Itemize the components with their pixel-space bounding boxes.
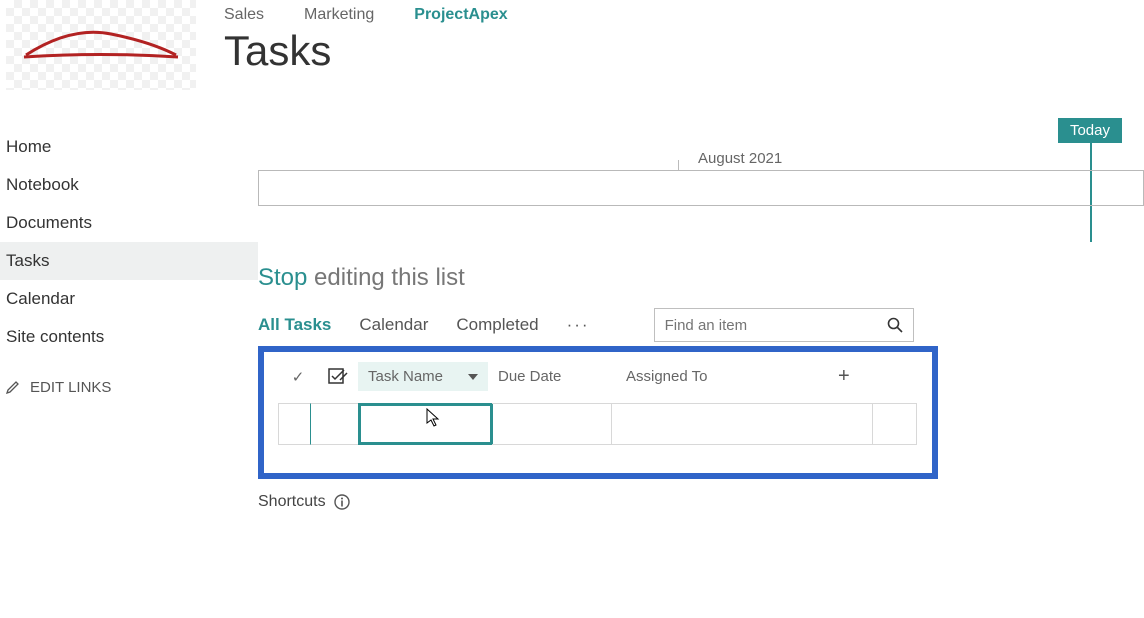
column-duedate-label: Due Date (498, 368, 561, 385)
task-grid-highlight: ✓ Task Name Due Date Assig (258, 346, 938, 479)
view-tab-alltasks[interactable]: All Tasks (258, 315, 331, 335)
nav-item-sales[interactable]: Sales (224, 6, 264, 24)
check-icon: ✓ (292, 368, 305, 386)
dropdown-caret-icon (468, 374, 478, 380)
page-title: Tasks (224, 28, 508, 74)
timeline-month-label: August 2021 (698, 150, 782, 167)
info-icon (334, 494, 350, 510)
column-duedate[interactable]: Due Date (488, 368, 608, 385)
edit-links-button[interactable]: EDIT LINKS (0, 379, 258, 396)
sidebar-item-calendar[interactable]: Calendar (0, 280, 258, 318)
view-tab-calendar[interactable]: Calendar (359, 315, 428, 335)
cell-assignedto[interactable] (612, 403, 873, 445)
column-select[interactable] (318, 368, 358, 386)
search-icon[interactable] (887, 317, 903, 333)
column-assignedto[interactable]: Assigned To (608, 368, 838, 385)
shortcuts-link[interactable]: Shortcuts (258, 493, 1144, 511)
view-tab-completed[interactable]: Completed (456, 315, 538, 335)
shortcuts-label: Shortcuts (258, 493, 326, 511)
grid-header: ✓ Task Name Due Date Assig (278, 362, 918, 391)
cell-extra[interactable] (873, 403, 917, 445)
edit-banner-text: editing this list (307, 264, 464, 291)
global-nav: Sales Marketing ProjectApex (224, 6, 508, 24)
grid-new-row[interactable] (278, 403, 918, 445)
nav-item-projectapex[interactable]: ProjectApex (414, 6, 507, 24)
quick-launch-sidebar: Home Notebook Documents Tasks Calendar S… (0, 118, 258, 511)
checkbox-edit-icon (328, 368, 348, 386)
sidebar-item-home[interactable]: Home (0, 128, 258, 166)
column-assignedto-label: Assigned To (626, 368, 707, 385)
edit-links-label: EDIT LINKS (30, 379, 111, 396)
add-column-button[interactable]: + (838, 365, 918, 388)
column-taskname-label: Task Name (368, 368, 443, 385)
cell-duedate[interactable] (492, 403, 612, 445)
search-input[interactable] (665, 317, 887, 334)
sidebar-item-notebook[interactable]: Notebook (0, 166, 258, 204)
edit-banner: Stop editing this list (258, 264, 1144, 292)
cell-complete[interactable] (278, 403, 310, 445)
stop-editing-link[interactable]: Stop (258, 264, 307, 291)
cell-taskname-active[interactable] (358, 403, 493, 445)
today-badge: Today (1058, 118, 1122, 143)
search-box[interactable] (654, 308, 914, 342)
column-complete[interactable]: ✓ (278, 368, 318, 386)
pencil-icon (6, 380, 20, 394)
site-logo[interactable] (6, 0, 196, 90)
sidebar-item-tasks[interactable]: Tasks (0, 242, 258, 280)
timeline-track[interactable] (258, 170, 1144, 206)
view-more-button[interactable]: ··· (567, 315, 590, 335)
column-taskname[interactable]: Task Name (358, 362, 488, 391)
cell-select[interactable] (310, 403, 358, 445)
sidebar-item-sitecontents[interactable]: Site contents (0, 318, 258, 356)
timeline: Today August 2021 (258, 120, 1144, 226)
view-toolbar: All Tasks Calendar Completed ··· (258, 308, 1144, 342)
sidebar-item-documents[interactable]: Documents (0, 204, 258, 242)
timeline-month-tick (678, 160, 679, 170)
nav-item-marketing[interactable]: Marketing (304, 6, 374, 24)
